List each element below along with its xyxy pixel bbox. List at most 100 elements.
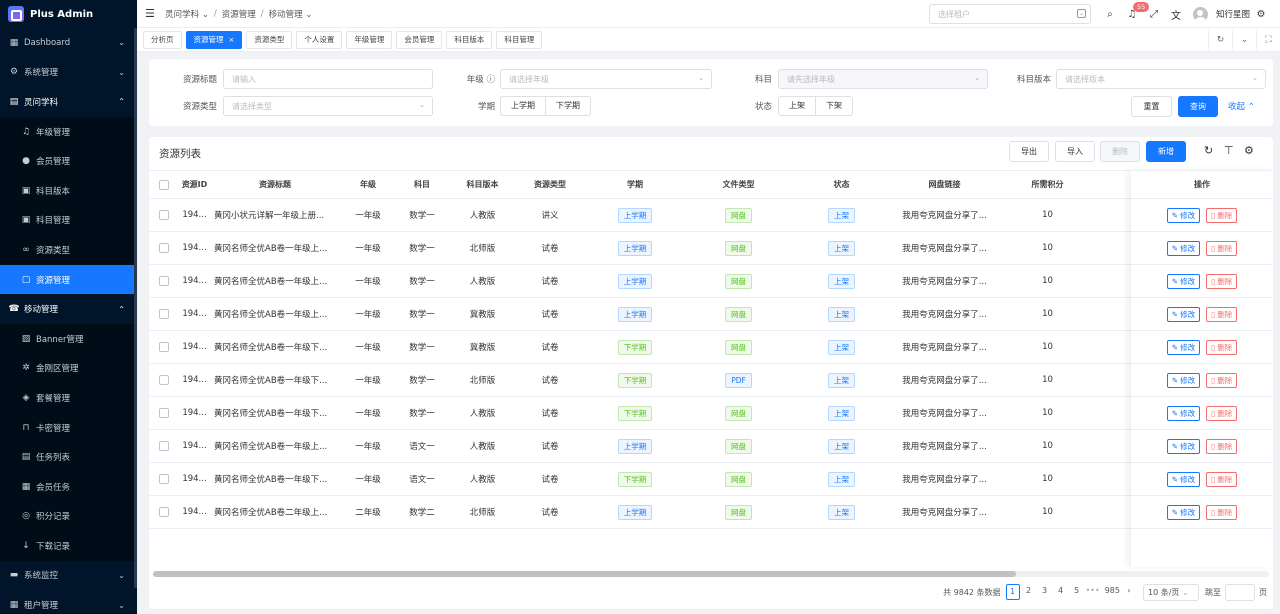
- breadcrumb-item[interactable]: 移动管理 ⌄: [269, 8, 313, 20]
- tab[interactable]: 个人设置: [296, 30, 343, 49]
- page-last[interactable]: 985: [1105, 584, 1120, 600]
- row-checkbox[interactable]: [159, 243, 169, 253]
- row-checkbox[interactable]: [159, 375, 169, 385]
- avatar[interactable]: [1192, 6, 1208, 22]
- jump-input[interactable]: [1225, 583, 1255, 601]
- version-select[interactable]: 请选择版本 ⌄: [1056, 69, 1266, 89]
- sidebar-item[interactable]: ▦ 会员任务: [0, 471, 137, 502]
- sidebar-item[interactable]: ⊓ 卡密管理: [0, 412, 137, 443]
- scrollbar-thumb[interactable]: [153, 571, 1016, 577]
- cell-link[interactable]: 我用夸克网盘分享了...: [902, 242, 987, 254]
- type-select[interactable]: 请选择类型 ⌄: [223, 96, 433, 116]
- table-row[interactable]: 194... 黄冈名师全优AB卷二年级上... 二年级 数学二 北师版 试卷 上学期 网盘 上架…: [149, 496, 1273, 529]
- page-number[interactable]: 5: [1070, 584, 1084, 600]
- delete-button[interactable]: ▯ 删除: [1206, 471, 1238, 487]
- menu-collapse-icon[interactable]: ☰: [145, 7, 155, 20]
- cell-link[interactable]: 我用夸克网盘分享了...: [902, 308, 987, 320]
- edit-button[interactable]: ✎ 修改: [1166, 306, 1201, 322]
- row-checkbox[interactable]: [159, 276, 169, 286]
- table-row[interactable]: 194... 黄冈名师全优AB卷一年级下... 一年级 数学一 北师版 试卷 下学期 PDF 上…: [149, 364, 1273, 397]
- sidebar-item[interactable]: ▤ 灵问学科 ⌃: [0, 87, 137, 117]
- refresh-icon[interactable]: ↻: [1204, 144, 1213, 157]
- search-icon[interactable]: ⌕: [1099, 9, 1121, 20]
- expand-icon[interactable]: ⛶: [1256, 30, 1280, 50]
- import-button[interactable]: 导入: [1055, 141, 1095, 162]
- bell-icon[interactable]: ♫ 55: [1121, 1, 1150, 20]
- sidebar-item[interactable]: ▤ 任务列表: [0, 442, 137, 472]
- cell-link[interactable]: 我用夸克网盘分享了...: [902, 440, 987, 452]
- sidebar-item[interactable]: ▣ 科目版本: [0, 175, 137, 206]
- row-checkbox[interactable]: [159, 441, 169, 451]
- close-icon[interactable]: ×: [229, 36, 235, 44]
- table-row[interactable]: 194... 黄冈名师全优AB卷一年级下... 一年级 数学一 人教版 试卷 下学期 网盘 上架…: [149, 397, 1273, 430]
- sidebar-item[interactable]: ♫ 年级管理: [0, 116, 137, 147]
- sidebar-item[interactable]: ▦ 租户管理 ⌄: [0, 590, 137, 614]
- select-all-checkbox[interactable]: [159, 179, 169, 190]
- table-row[interactable]: 194... 黄冈名师全优AB卷一年级上... 一年级 数学一 冀教版 试卷 上学期 网盘 上架…: [149, 298, 1273, 331]
- edit-button[interactable]: ✎ 修改: [1166, 504, 1201, 520]
- table-row[interactable]: 194... 黄冈名师全优AB卷一年级下... 一年级 语文一 人教版 试卷 下学期 网盘 上架…: [149, 463, 1273, 496]
- cell-link[interactable]: 我用夸克网盘分享了...: [902, 341, 987, 353]
- sidebar-item[interactable]: ▬ 系统监控 ⌄: [0, 561, 137, 591]
- edit-button[interactable]: ✎ 修改: [1166, 207, 1201, 223]
- delete-button[interactable]: ▯ 删除: [1206, 240, 1238, 256]
- sidebar-item[interactable]: ▣ 科目管理: [0, 205, 137, 236]
- reset-button[interactable]: 重置: [1131, 96, 1172, 117]
- tab[interactable]: 年级管理: [346, 30, 393, 49]
- row-checkbox[interactable]: [159, 507, 169, 517]
- cell-link[interactable]: 我用夸克网盘分享了...: [902, 209, 987, 221]
- title-input[interactable]: 请输入: [223, 69, 433, 89]
- page-number[interactable]: 3: [1038, 584, 1052, 600]
- collapse-link[interactable]: 收起 ⌃: [1228, 100, 1255, 112]
- grade-select[interactable]: 请选择年级 ⌄: [500, 69, 712, 89]
- tab[interactable]: 资源类型: [246, 30, 293, 49]
- batch-delete-button[interactable]: 删除: [1100, 141, 1140, 162]
- cell-link[interactable]: 我用夸克网盘分享了...: [902, 506, 987, 518]
- row-checkbox[interactable]: [159, 210, 169, 220]
- page-number[interactable]: 2: [1022, 584, 1036, 600]
- ellipsis[interactable]: •••: [1086, 584, 1100, 600]
- sidebar-item[interactable]: ◈ 套餐管理: [0, 383, 137, 413]
- edit-button[interactable]: ✎ 修改: [1166, 240, 1201, 256]
- tab[interactable]: 科目版本: [446, 30, 493, 49]
- table-row[interactable]: 194... 黄冈名师全优AB卷一年级下... 一年级 数学一 冀教版 试卷 下学期 网盘 上架…: [149, 331, 1273, 364]
- delete-button[interactable]: ▯ 删除: [1206, 339, 1238, 355]
- horizontal-scrollbar[interactable]: [153, 571, 1269, 577]
- sidebar-item[interactable]: ◎ 积分记录: [0, 501, 137, 532]
- delete-button[interactable]: ▯ 删除: [1206, 273, 1238, 289]
- page-number[interactable]: 4: [1054, 584, 1068, 600]
- sidebar-item[interactable]: ⚙ 系统管理 ⌄: [0, 58, 137, 88]
- sidebar-item[interactable]: ▦ Dashboard ⌄: [0, 28, 137, 58]
- cell-link[interactable]: 我用夸克网盘分享了...: [902, 473, 987, 485]
- table-row[interactable]: 194... 黄冈名师全优AB卷一年级上... 一年级 数学一 人教版 试卷 上学期 网盘 上架…: [149, 265, 1273, 298]
- delete-button[interactable]: ▯ 删除: [1206, 207, 1238, 223]
- cell-link[interactable]: 我用夸克网盘分享了...: [902, 407, 987, 419]
- edit-button[interactable]: ✎ 修改: [1166, 471, 1201, 487]
- translate-icon[interactable]: 文: [1165, 7, 1187, 22]
- page-size-select[interactable]: 10 条/页 ⌄: [1143, 583, 1199, 601]
- table-row[interactable]: 194... 黄冈名师全优AB卷一年级上... 一年级 数学一 北师版 试卷 上学期 网盘 上架…: [149, 232, 1273, 265]
- fullscreen-icon[interactable]: ⤢: [1143, 9, 1165, 20]
- next-page-icon[interactable]: ›: [1122, 584, 1136, 600]
- gear-icon[interactable]: ⚙: [1244, 144, 1254, 157]
- delete-button[interactable]: ▯ 删除: [1206, 306, 1238, 322]
- cell-link[interactable]: 我用夸克网盘分享了...: [902, 275, 987, 287]
- sidebar-scrollbar[interactable]: [134, 28, 137, 588]
- delete-button[interactable]: ▯ 删除: [1206, 405, 1238, 421]
- tab[interactable]: 科目管理: [496, 30, 543, 49]
- tab[interactable]: 分析页: [143, 30, 182, 49]
- edit-button[interactable]: ✎ 修改: [1166, 339, 1201, 355]
- column-height-icon[interactable]: ⊤: [1224, 144, 1234, 157]
- row-checkbox[interactable]: [159, 342, 169, 352]
- breadcrumb-item[interactable]: 资源管理: [222, 8, 256, 20]
- delete-button[interactable]: ▯ 删除: [1206, 504, 1238, 520]
- refresh-icon[interactable]: ↻: [1208, 30, 1232, 50]
- export-button[interactable]: 导出: [1009, 141, 1049, 162]
- sidebar-item[interactable]: ∞ 资源类型: [0, 235, 137, 265]
- subject-select[interactable]: 请先选择年级 ⌄: [778, 69, 988, 89]
- tab[interactable]: 资源管理 ×: [185, 30, 243, 49]
- edit-button[interactable]: ✎ 修改: [1166, 372, 1201, 388]
- sidebar-item[interactable]: ▢ 资源管理: [0, 264, 137, 295]
- query-button[interactable]: 查询: [1178, 96, 1218, 117]
- gear-icon[interactable]: ⚙: [1250, 9, 1272, 20]
